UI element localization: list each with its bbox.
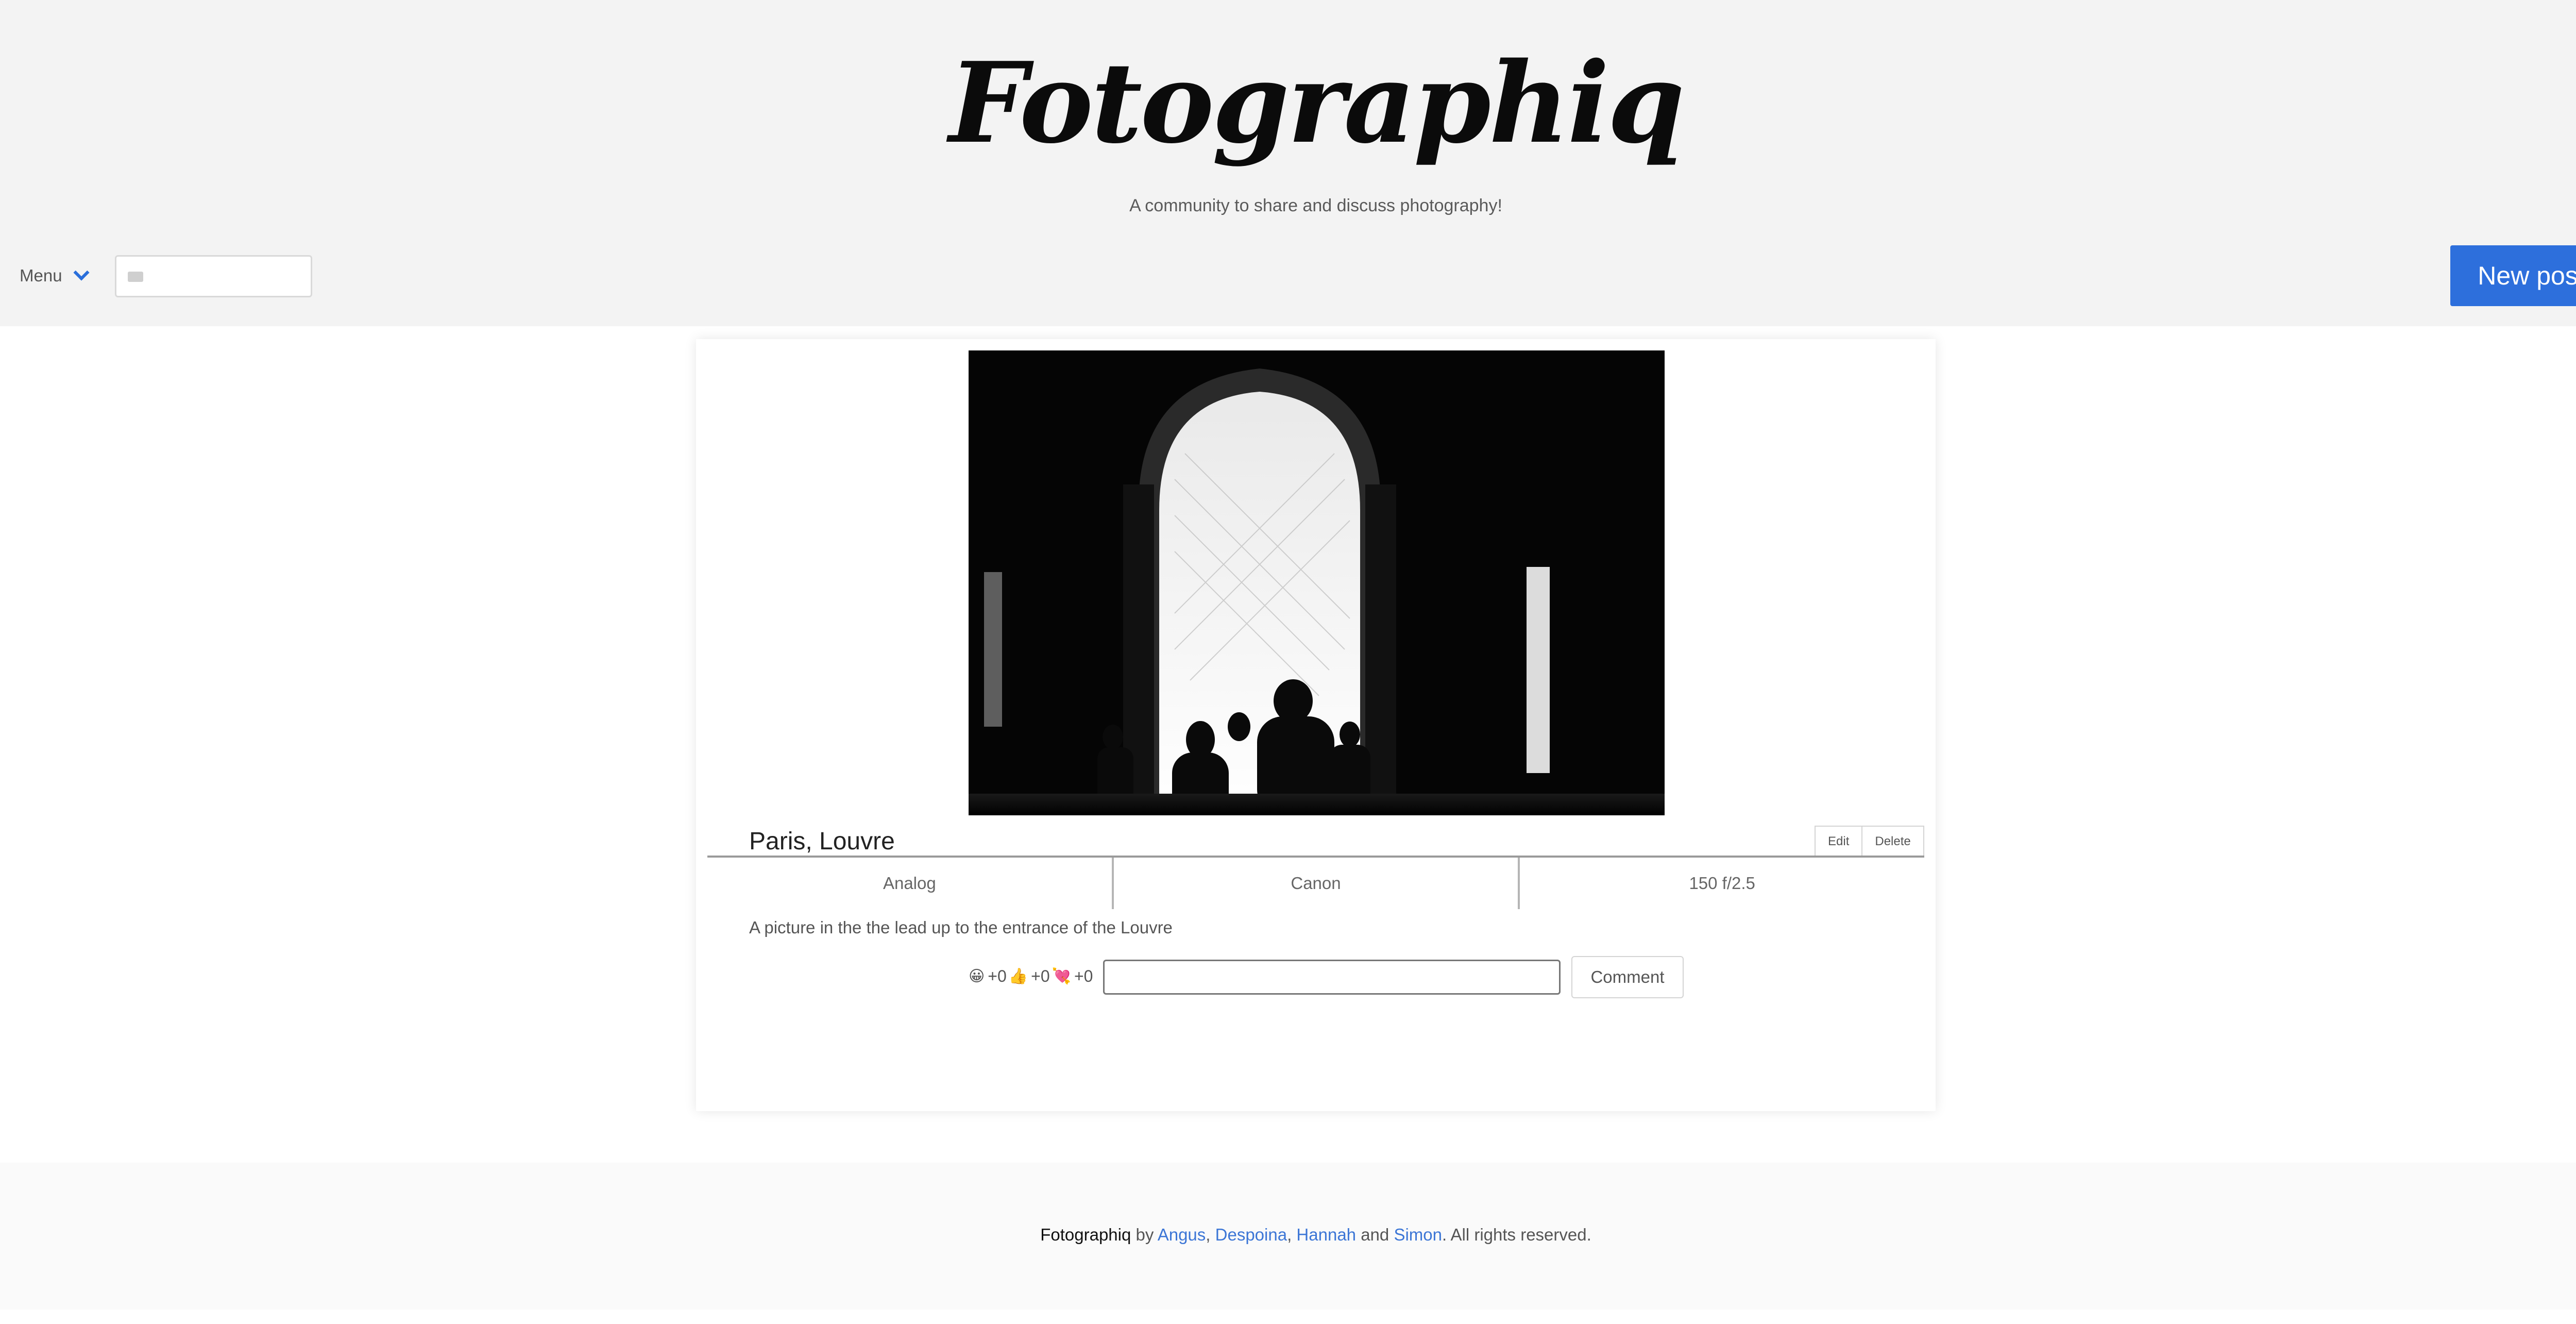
author-link-hannah[interactable]: Hannah xyxy=(1296,1225,1356,1244)
louvre-photo-image xyxy=(969,350,1665,815)
heart-arrow-icon[interactable]: 💘 xyxy=(1052,967,1071,985)
post-meta: Analog Canon 150 f/2.5 xyxy=(707,858,1924,909)
delete-button[interactable]: Delete xyxy=(1862,826,1924,858)
reaction-count: +0 xyxy=(988,966,1007,985)
author-link-despoina[interactable]: Despoina xyxy=(1215,1225,1287,1244)
post-title: Paris, Louvre xyxy=(749,828,895,855)
grinning-face-icon[interactable]: 😀 xyxy=(969,967,985,985)
meta-film-type: Analog xyxy=(883,874,936,893)
reactions: 😀 +0 👍 +0 💘 +0 xyxy=(969,960,1095,993)
reaction-count: +0 xyxy=(1031,966,1050,985)
meta-camera: Canon xyxy=(1111,858,1518,909)
site-tagline: A community to share and discuss photogr… xyxy=(1129,196,1502,215)
author-link-simon[interactable]: Simon xyxy=(1394,1225,1442,1244)
author-link-angus[interactable]: Angus xyxy=(1158,1225,1206,1244)
footer-separator: , xyxy=(1206,1225,1215,1244)
footer-rights: . All rights reserved. xyxy=(1442,1225,1591,1244)
meta-settings: 150 f/2.5 xyxy=(1518,858,1924,909)
chevron-down-icon xyxy=(73,264,90,281)
site-header: Fotographiq A community to share and dis… xyxy=(0,0,2576,326)
menu-dropdown[interactable]: Menu xyxy=(20,263,90,289)
comment-button[interactable]: Comment xyxy=(1571,956,1684,998)
comment-input[interactable] xyxy=(1103,960,1561,995)
search-icon xyxy=(128,272,143,282)
footer-and: and xyxy=(1356,1225,1394,1244)
edit-button[interactable]: Edit xyxy=(1815,826,1863,858)
site-logo[interactable]: Fotographiq xyxy=(0,31,2576,175)
post-card: Paris, Louvre Edit Delete Analog Canon 1… xyxy=(696,339,1936,1111)
post-photo[interactable] xyxy=(969,350,1665,815)
post-description: A picture in the the lead up to the entr… xyxy=(749,918,1173,937)
post-actions: Edit Delete xyxy=(1815,826,1924,858)
thumbs-up-icon[interactable]: 👍 xyxy=(1009,967,1028,985)
new-post-button[interactable]: New post xyxy=(2450,245,2576,306)
menu-label: Menu xyxy=(20,266,62,285)
site-footer: Fotographiq by Angus, Despoina, Hannah a… xyxy=(0,1163,2576,1310)
search-input[interactable] xyxy=(115,255,312,297)
footer-by: by xyxy=(1131,1225,1158,1244)
reaction-count: +0 xyxy=(1074,966,1093,985)
footer-brand: Fotographiq xyxy=(1040,1225,1131,1244)
footer-separator: , xyxy=(1287,1225,1297,1244)
footer-credits: Fotographiq by Angus, Despoina, Hannah a… xyxy=(0,1219,2576,1250)
